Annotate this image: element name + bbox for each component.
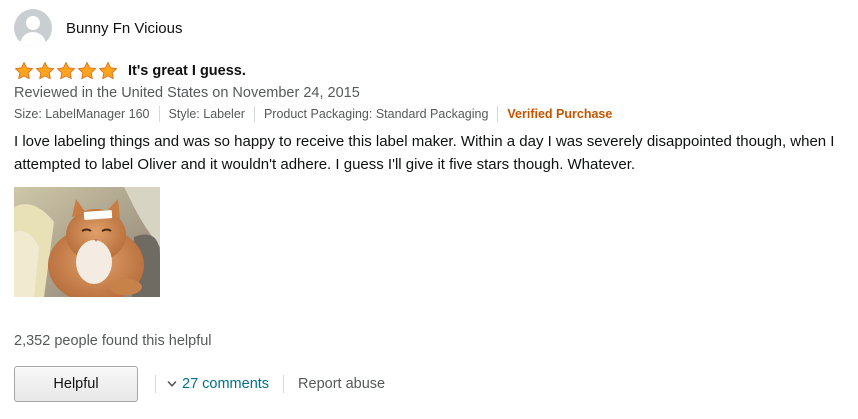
variant-style[interactable]: Style: Labeler: [169, 107, 245, 121]
reviewer-name[interactable]: Bunny Fn Vicious: [66, 20, 182, 37]
variant-packaging[interactable]: Product Packaging: Standard Packaging: [264, 107, 488, 121]
rating-row: It's great I guess.: [14, 60, 844, 82]
helpful-button[interactable]: Helpful: [14, 366, 138, 402]
review-card: Bunny Fn Vicious It's great I guess. Rev…: [14, 8, 844, 297]
chevron-down-icon: [167, 381, 177, 387]
cat-photo-image: [14, 187, 160, 297]
star-icon: [99, 62, 117, 80]
review-actions: Helpful 27 comments Report abuse: [14, 366, 385, 402]
star-icon: [78, 62, 96, 80]
verified-purchase-badge[interactable]: Verified Purchase: [507, 107, 612, 121]
review-title[interactable]: It's great I guess.: [128, 63, 246, 79]
divider: [253, 106, 255, 122]
divider: [158, 106, 160, 122]
comments-label: 27 comments: [182, 376, 270, 392]
comments-link[interactable]: 27 comments: [167, 376, 269, 392]
report-abuse-link[interactable]: Report abuse: [298, 376, 385, 392]
star-icon: [57, 62, 75, 80]
star-icon: [15, 62, 33, 80]
review-meta: Size: LabelManager 160 Style: Labeler Pr…: [14, 106, 844, 122]
reviewer-row: Bunny Fn Vicious: [14, 8, 844, 48]
review-body: I love labeling things and was so happy …: [14, 133, 835, 173]
divider: [497, 106, 499, 122]
review-date: Reviewed in the United States on Novembe…: [14, 85, 360, 101]
user-avatar-icon[interactable]: [14, 9, 52, 47]
review-photo-thumbnail[interactable]: [14, 187, 160, 297]
star-rating[interactable]: [14, 61, 118, 81]
divider: [155, 375, 156, 393]
helpful-count: 2,352 people found this helpful: [14, 333, 212, 349]
variant-size[interactable]: Size: LabelManager 160: [14, 107, 150, 121]
star-icon: [36, 62, 54, 80]
divider: [283, 375, 285, 393]
